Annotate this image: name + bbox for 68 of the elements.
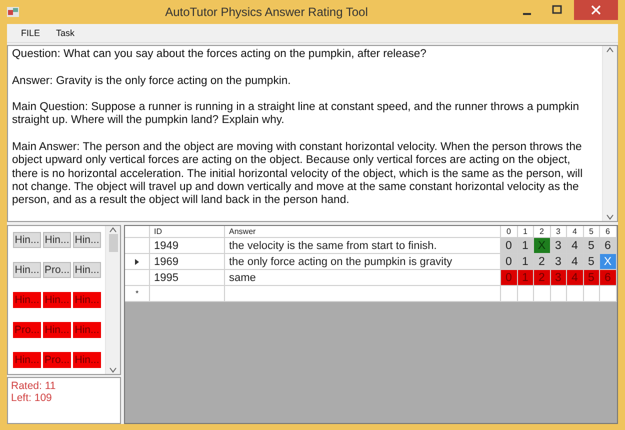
score-cell[interactable]: 1 [518,254,534,270]
details-paragraph: Main Question: Suppose a runner is running in a straight line at constant speed, and the runner throws a pumpkin straight up. Where will the pumpkin land? Explain why. [12,101,580,128]
column-header: ID [150,226,225,238]
item-button[interactable]: Pro... [43,262,71,278]
scrollbar[interactable] [105,226,120,374]
details-paragraph: Main Answer: The person and the object are moving with constant horizontal velocity. When the person throws the object upward only vertical forces are acting on the object. Because only vertical forces are acting on the object, there is no horizontal acceleration. The initial horizontal velocity of the object, which is the same as the person, will not change. The object will travel up and down vertically and move at the same constant horizontal velocity as the person, and as a result the object will land back in the person hand. [12,141,584,208]
column-header: 6 [600,226,616,238]
score-cell[interactable]: 0 [501,238,518,254]
menu-item[interactable]: Task [50,28,81,38]
score-cell[interactable]: 0 [501,254,518,270]
column-header: 1 [518,226,534,238]
column-header: Answer [225,226,501,238]
app-icon [7,7,19,17]
item-button[interactable]: Hin... [13,232,41,248]
column-header: 2 [534,226,550,238]
answer-cell: same [225,270,501,286]
score-cell[interactable]: 5 [584,238,600,254]
table-cell[interactable] [550,286,567,302]
column-header: 0 [501,226,518,238]
score-cell[interactable]: 6 [600,238,616,254]
item-button[interactable]: Hin... [73,262,101,278]
table-cell[interactable] [584,286,600,302]
scroll-up-icon [109,226,117,234]
answer-cell: the only force acting on the pumpkin is gravity [225,254,501,270]
details-paragraph: Question: What can you say about the forces acting on the pumpkin, after release? [12,48,428,62]
table-cell[interactable] [567,286,584,302]
item-button[interactable]: Hin... [73,232,101,248]
table-cell[interactable] [150,286,225,302]
score-cell[interactable]: 3 [550,254,567,270]
table-cell[interactable] [225,286,501,302]
current-row-icon [135,258,139,264]
scroll-down-icon [606,213,614,221]
id-cell: 1949 [150,238,225,254]
id-cell: 1995 [150,270,225,286]
column-header: 4 [567,226,584,238]
score-cell[interactable]: 3 [550,238,567,254]
answer-cell: the velocity is the same from start to finish. [225,238,501,254]
stat-text: Rated: 11 [11,380,57,392]
column-header: 5 [584,226,600,238]
row-header[interactable] [125,254,150,270]
score-cell[interactable]: 4 [567,254,584,270]
table-cell[interactable] [534,286,550,302]
item-button[interactable]: Hin... [43,232,71,248]
row-header: * [125,286,150,302]
score-cell[interactable]: 4 [567,238,584,254]
score-cell[interactable]: 5 [584,254,600,270]
table-cell[interactable] [600,286,616,302]
table-cell[interactable] [518,286,534,302]
maximize-icon [552,5,562,15]
score-cell[interactable]: 1 [518,238,534,254]
menu-item[interactable]: FILE [15,28,46,38]
id-cell: 1969 [150,254,225,270]
column-header: 3 [550,226,567,238]
minimize-icon [523,12,531,14]
corner-header [125,226,150,238]
scroll-up-icon [606,46,614,54]
details-text-area[interactable] [7,45,618,222]
close-button[interactable] [574,0,618,20]
close-icon [591,5,601,15]
score-cell[interactable]: 2 [534,254,550,270]
scroll-thumb[interactable] [108,234,118,252]
stat-text: Left: 109 [11,392,53,404]
item-button[interactable]: Hin... [13,262,41,278]
scroll-down-icon [109,366,117,374]
table-cell[interactable] [501,286,518,302]
window-title: AutoTutor Physics Answer Rating Tool [164,5,369,19]
details-paragraph: Answer: Gravity is the only force acting on the pumpkin. [12,74,292,88]
scrollbar[interactable] [602,46,617,221]
